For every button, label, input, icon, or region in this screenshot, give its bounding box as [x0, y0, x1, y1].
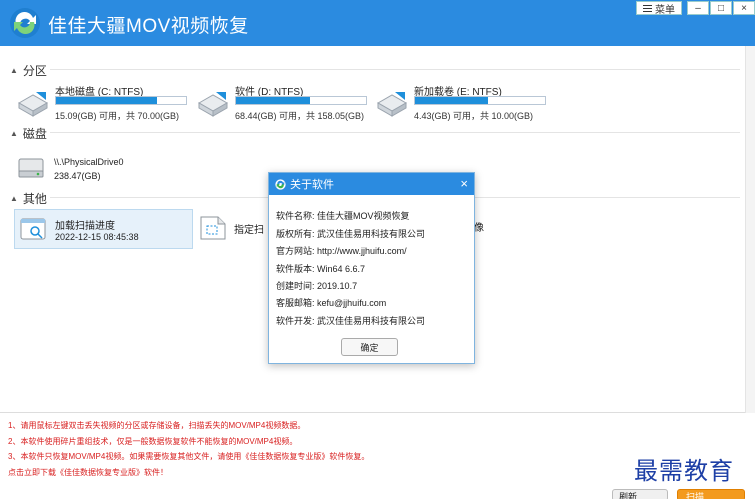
collapse-caret-icon: ▲	[10, 66, 18, 75]
section-disks[interactable]: ▲ 磁盘	[10, 125, 47, 142]
specify-scan-icon	[200, 216, 226, 240]
partition-size: 15.09(GB) 可用，共 70.00(GB)	[55, 111, 180, 121]
collapse-caret-icon: ▲	[10, 129, 18, 138]
minimize-button[interactable]: –	[687, 1, 709, 15]
drive-c-icon	[17, 92, 49, 117]
partition-usage-bar	[235, 96, 367, 105]
hard-disk-icon[interactable]	[17, 157, 45, 179]
scan-button[interactable]: 扫描	[677, 489, 745, 499]
partition-size: 68.44(GB) 可用，共 158.05(GB)	[235, 111, 365, 121]
partition-size: 4.43(GB) 可用，共 10.00(GB)	[414, 111, 534, 121]
hidden-item-label: 像	[474, 223, 484, 234]
load-scan-progress-item[interactable]: 加载扫描进度 2022-12-15 08:45:38	[14, 209, 193, 249]
close-button[interactable]: ×	[733, 1, 755, 15]
title-bar: 佳佳大疆MOV视频恢复 菜单 – □ ×	[0, 0, 755, 46]
menu-label: 菜单	[655, 4, 675, 16]
section-title: 其他	[22, 192, 47, 206]
ok-button[interactable]: 确定	[341, 338, 398, 356]
info-row: 软件开发: 武汉佳佳易用科技有限公司	[276, 316, 426, 326]
collapse-caret-icon: ▲	[10, 194, 18, 203]
info-row: 创建时间: 2019.10.7	[276, 281, 358, 291]
main-scrollbar[interactable]	[745, 46, 755, 413]
info-row: 版权所有: 武汉佳佳易用科技有限公司	[276, 229, 426, 239]
section-partitions[interactable]: ▲ 分区	[10, 62, 47, 79]
drive-d-icon	[197, 92, 229, 117]
refresh-button[interactable]: 刷新	[612, 489, 668, 499]
partition-usage-bar	[414, 96, 546, 105]
disk-name[interactable]: \\.\PhysicalDrive0	[54, 157, 124, 167]
scan-file-icon	[20, 218, 46, 240]
note-line: 2、本软件使用碎片重组技术，仅是一般数据恢复软件不能恢复的MOV/MP4视频。	[8, 436, 298, 446]
load-scan-time: 2022-12-15 08:45:38	[55, 232, 139, 242]
section-others[interactable]: ▲ 其他	[10, 190, 47, 207]
app-logo-icon	[10, 8, 40, 38]
usage-notes: 1、请用鼠标左键双击丢失视频的分区或存储设备，扫描丢失的MOV/MP4视频数据。…	[8, 418, 369, 480]
drive-e-icon	[376, 92, 408, 117]
dialog-close-icon[interactable]: ×	[460, 176, 468, 191]
info-row: 软件名称: 佳佳大疆MOV视频恢复	[276, 211, 410, 221]
menu-icon	[643, 4, 652, 12]
window-controls: 菜单 – □ ×	[636, 0, 755, 16]
app-title: 佳佳大疆MOV视频恢复	[48, 16, 249, 37]
section-title: 分区	[22, 64, 47, 78]
partition-usage-bar	[55, 96, 187, 105]
note-line: 3、本软件只恢复MOV/MP4视频。如果需要恢复其他文件，请使用《佳佳数据恢复专…	[8, 452, 370, 461]
partition-item[interactable]: 新加载卷 (E: NTFS) 4.43(GB) 可用，共 10.00(GB)	[376, 83, 554, 123]
dialog-title-bar: 关于软件 ×	[269, 173, 474, 195]
dialog-logo-icon	[275, 178, 286, 190]
about-dialog: 关于软件 × 软件名称: 佳佳大疆MOV视频恢复 版权所有: 武汉佳佳易用科技有…	[268, 172, 475, 364]
dialog-title: 关于软件	[290, 179, 334, 191]
partition-item[interactable]: 软件 (D: NTFS) 68.44(GB) 可用，共 158.05(GB)	[197, 83, 375, 123]
download-link[interactable]: 点击立即下载《佳佳数据恢复专业版》软件！	[8, 465, 369, 481]
watermark-text: 最需教育	[634, 457, 734, 485]
specify-scan-label: 指定扫	[234, 225, 264, 236]
section-title: 磁盘	[22, 127, 47, 141]
section-divider	[50, 69, 740, 70]
info-row: 官方网站: http://www.jjhuifu.com/	[276, 246, 407, 256]
section-divider	[50, 132, 740, 133]
specify-scan-item[interactable]: 指定扫	[198, 213, 268, 245]
disk-size: 238.47(GB)	[54, 171, 101, 181]
note-line: 1、请用鼠标左键双击丢失视频的分区或存储设备，扫描丢失的MOV/MP4视频数据。	[8, 421, 306, 430]
info-row: 软件版本: Win64 6.6.7	[276, 264, 366, 274]
menu-button[interactable]: 菜单	[636, 1, 682, 16]
info-row: 客服邮箱: kefu@jjhuifu.com	[276, 298, 387, 308]
maximize-button[interactable]: □	[710, 1, 732, 15]
partition-item[interactable]: 本地磁盘 (C: NTFS) 15.09(GB) 可用，共 70.00(GB)	[17, 83, 195, 123]
load-scan-title: 加载扫描进度	[55, 221, 115, 232]
